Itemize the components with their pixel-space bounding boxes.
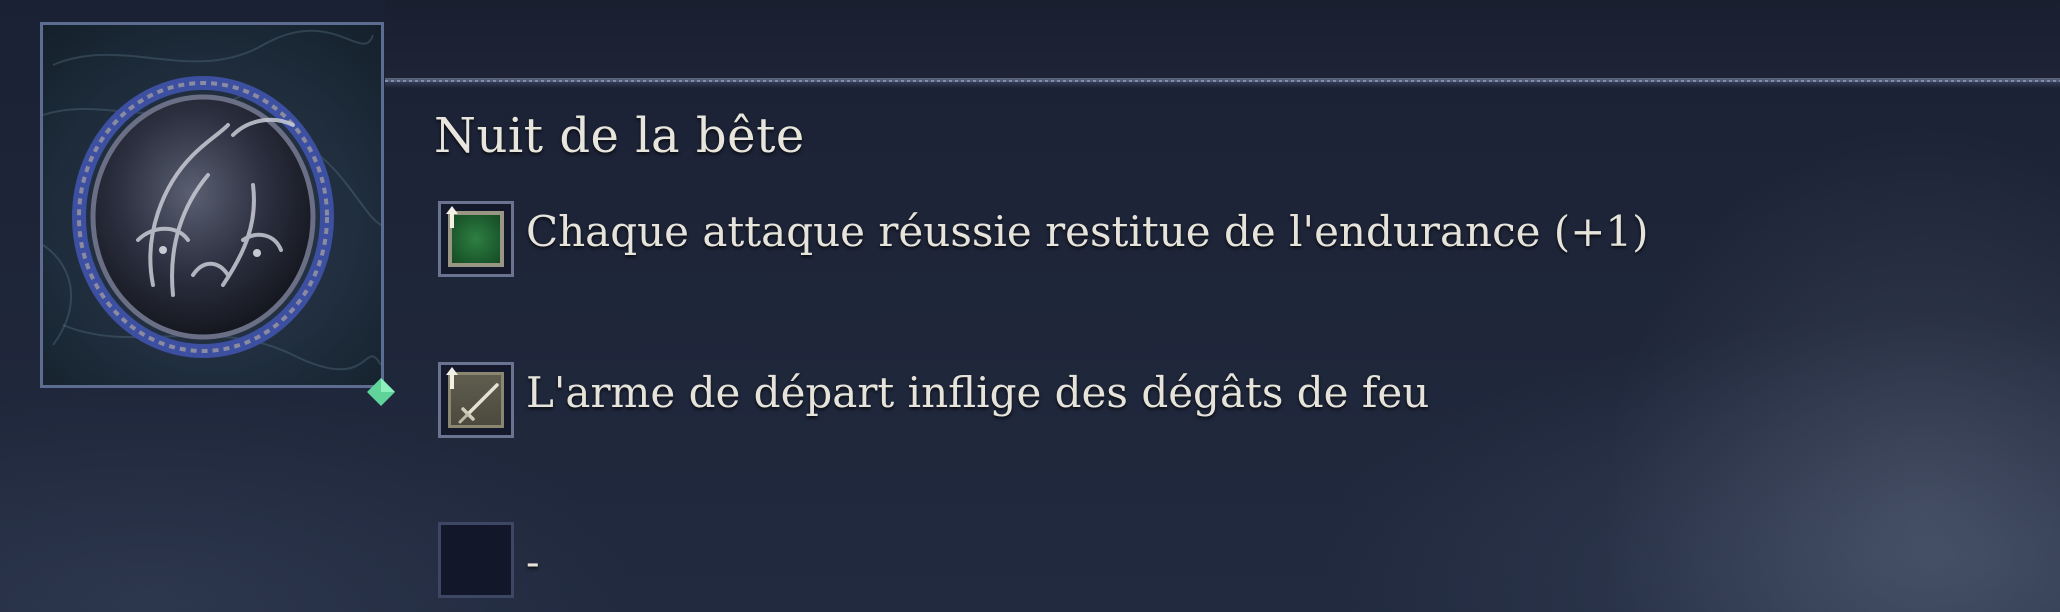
panel-top-divider	[385, 80, 2060, 82]
effect-text: L'arme de départ inflige des dégâts de f…	[526, 368, 1430, 417]
background-haze	[1600, 120, 2060, 612]
green-square-stamina-icon	[438, 201, 514, 277]
up-arrow-icon	[446, 206, 458, 228]
sword-icon	[438, 362, 514, 438]
relic-detail-screen: Nuit de la bête Chaque attaque réussie r…	[0, 0, 2060, 612]
up-arrow-icon	[446, 367, 458, 389]
empty-slot-icon	[438, 522, 514, 598]
effect-text: Chaque attaque réussie restitue de l'end…	[526, 207, 1649, 256]
header-band	[385, 0, 2060, 80]
sword-glyph	[458, 383, 499, 424]
relic-title: Nuit de la bête	[434, 108, 805, 164]
diamond-gem-icon	[367, 378, 395, 406]
beast-seal-relic-icon	[43, 29, 381, 371]
effect-text: -	[526, 540, 540, 586]
relic-image-frame[interactable]	[40, 22, 395, 406]
